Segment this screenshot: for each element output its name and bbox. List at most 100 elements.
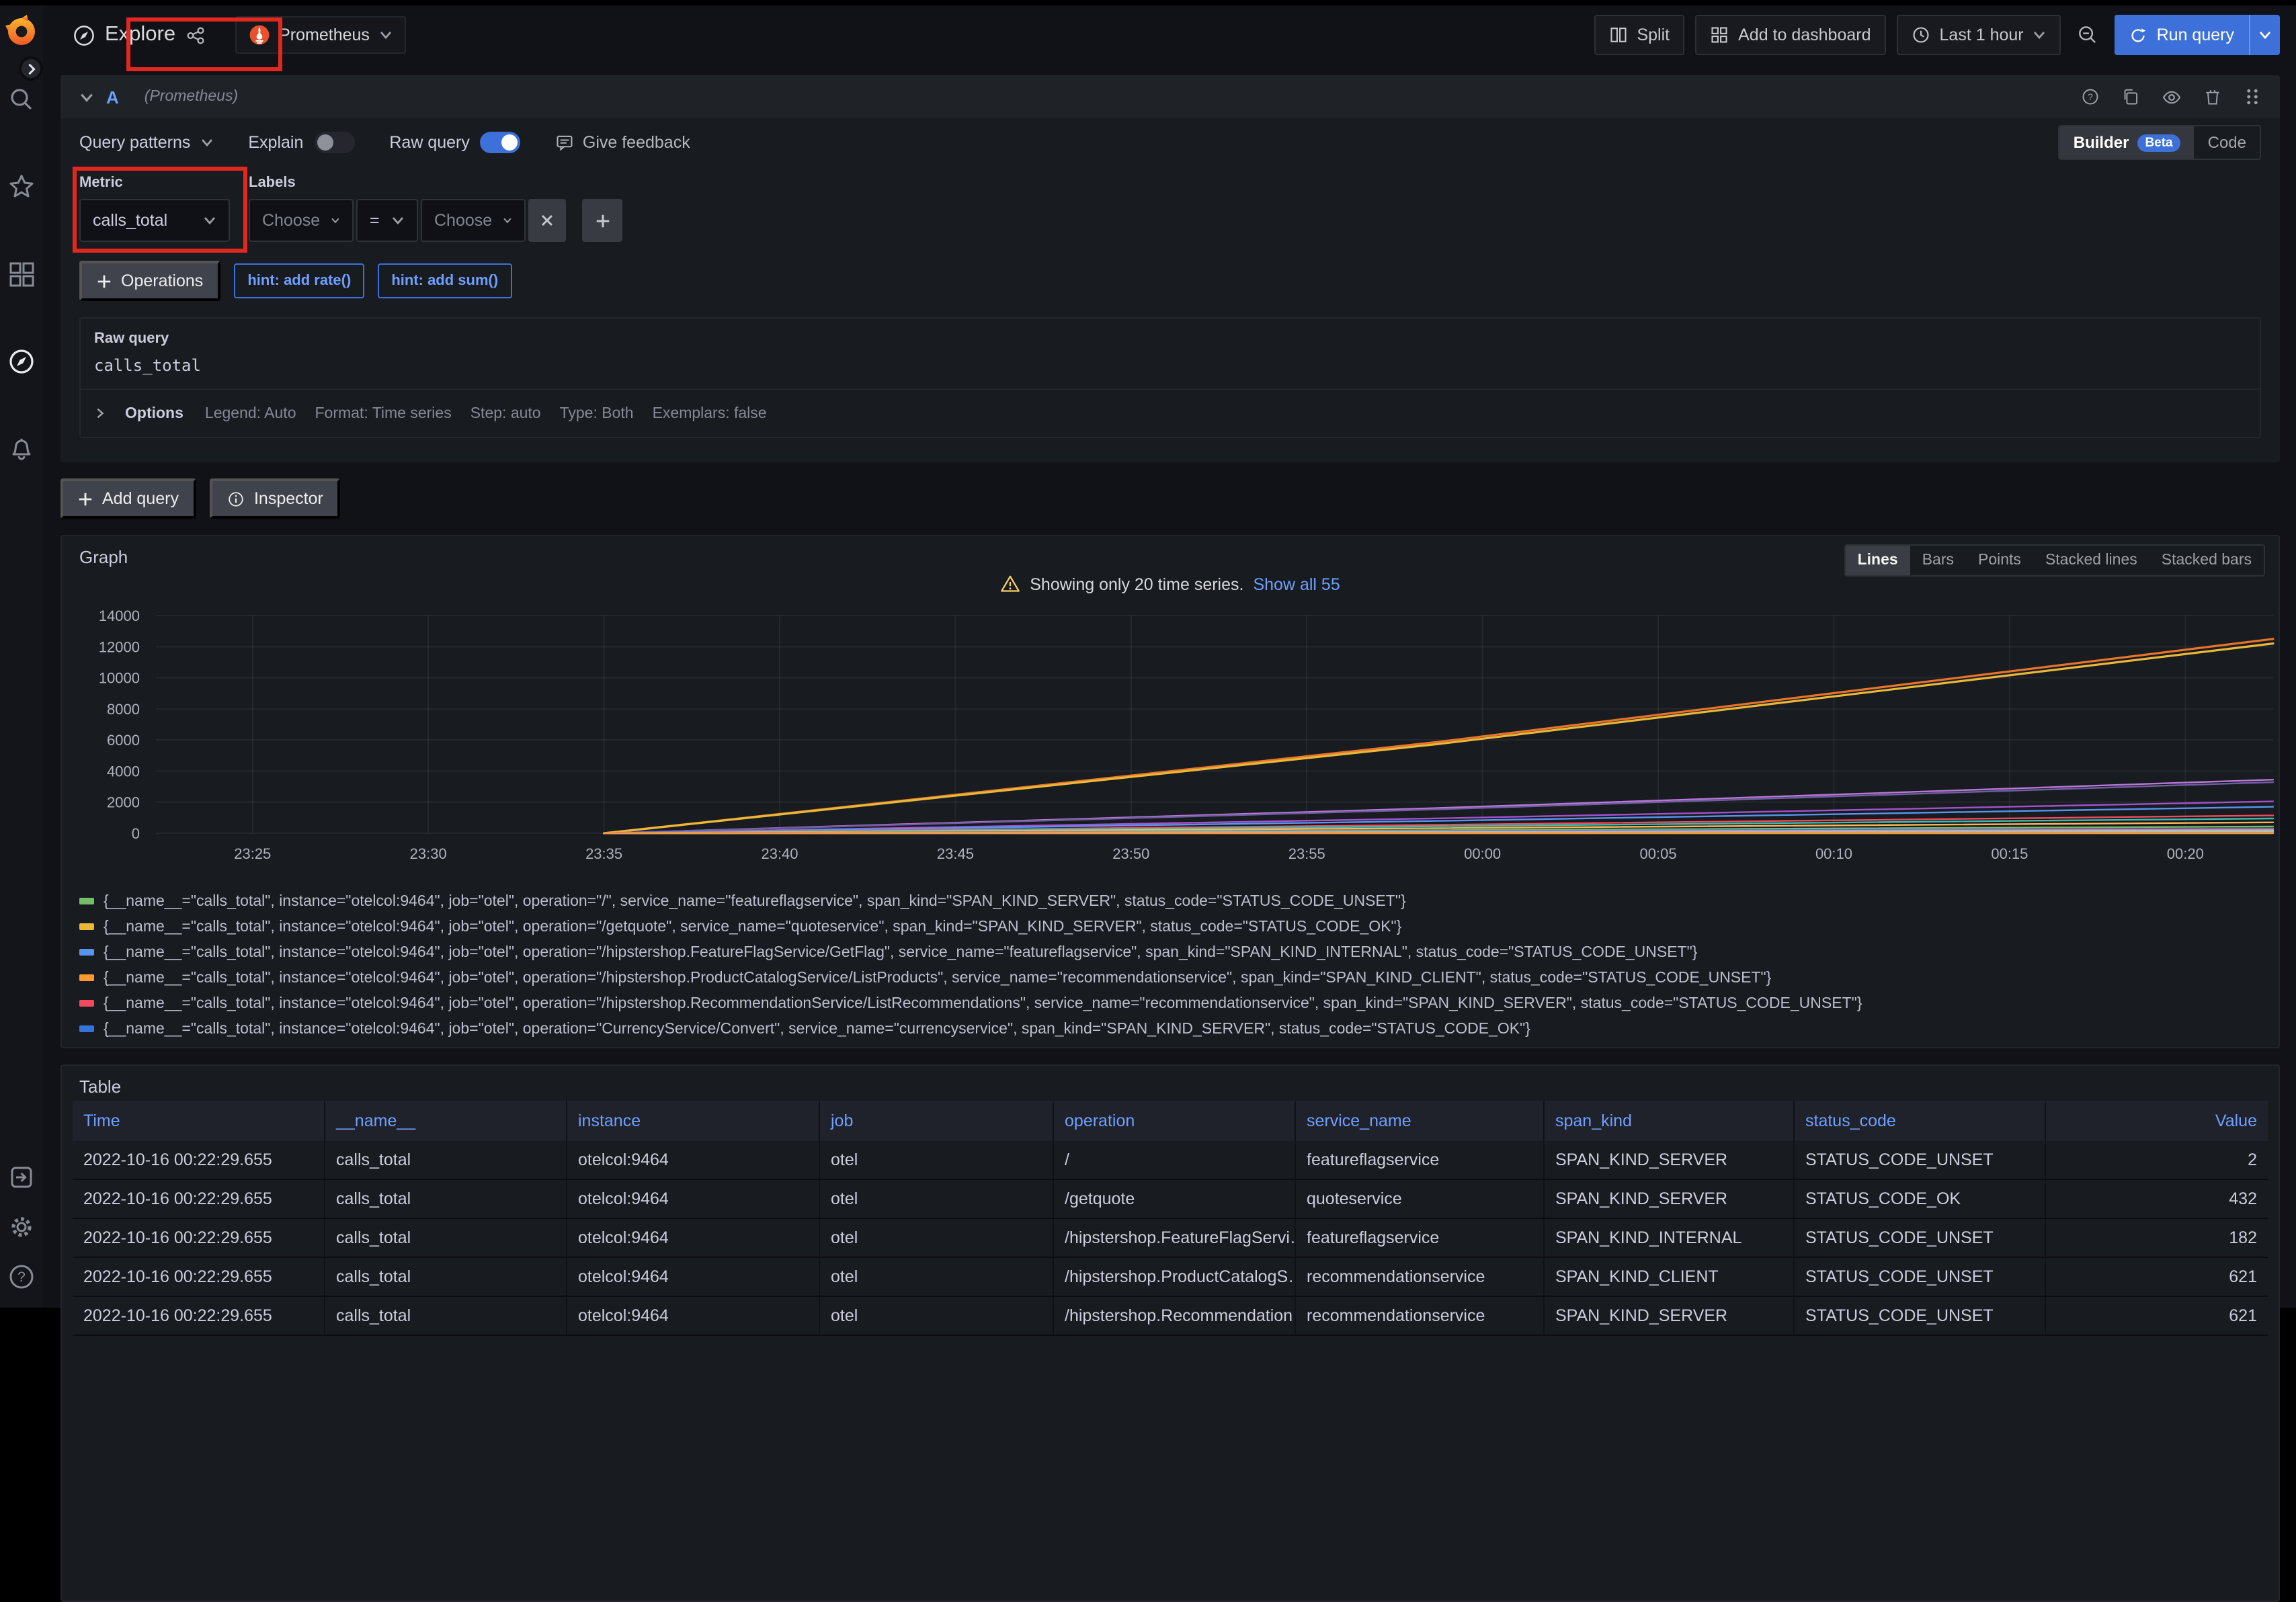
table-row[interactable]: 2022-10-16 00:22:29.655calls_totalotelco… xyxy=(73,1219,2268,1258)
share-icon[interactable] xyxy=(185,25,205,45)
top-black-strip xyxy=(0,0,2296,5)
column-header-instance[interactable]: instance xyxy=(567,1101,820,1141)
legend-item[interactable]: {__name__="calls_total", instance="otelc… xyxy=(79,1042,2270,1048)
cell-operation: /hipstershop.ProductCatalogS… xyxy=(1054,1258,1296,1296)
column-header---name--[interactable]: __name__ xyxy=(325,1101,567,1141)
column-header-value[interactable]: Value xyxy=(2046,1101,2268,1141)
table-row[interactable]: 2022-10-16 00:22:29.655calls_totalotelco… xyxy=(73,1297,2268,1336)
run-query-dropdown[interactable] xyxy=(2249,15,2280,55)
grafana-logo[interactable] xyxy=(4,13,39,48)
metric-value: calls_total xyxy=(93,211,167,230)
cell-service-name: recommendationservice xyxy=(1296,1297,1545,1335)
table-row[interactable]: 2022-10-16 00:22:29.655calls_totalotelco… xyxy=(73,1258,2268,1297)
graph-mode-stacked-bars[interactable]: Stacked bars xyxy=(2149,546,2264,575)
hint-add-rate-button[interactable]: hint: add rate() xyxy=(234,263,364,298)
raw-query-toggle[interactable] xyxy=(481,132,521,153)
drag-handle-icon[interactable] xyxy=(2244,87,2261,106)
graph-mode-stacked-lines[interactable]: Stacked lines xyxy=(2033,546,2149,575)
sign-in-icon[interactable] xyxy=(8,1164,35,1191)
help-icon[interactable]: ? xyxy=(8,1263,35,1290)
label-value-select[interactable]: Choose xyxy=(421,199,526,242)
split-button[interactable]: Split xyxy=(1594,15,1684,55)
cell---name--: calls_total xyxy=(325,1219,567,1257)
cell-operation: /hipstershop.Recommendation… xyxy=(1054,1297,1296,1335)
operations-button[interactable]: Operations xyxy=(79,261,220,301)
duplicate-query-icon[interactable] xyxy=(2121,87,2140,106)
graph-mode-points[interactable]: Points xyxy=(1966,546,2033,575)
svg-text:23:40: 23:40 xyxy=(761,845,798,862)
show-all-series-link[interactable]: Show all 55 xyxy=(1253,575,1340,593)
inspector-button[interactable]: Inspector xyxy=(210,478,341,519)
plus-icon xyxy=(78,491,93,506)
column-header-status-code[interactable]: status_code xyxy=(1795,1101,2046,1141)
apps-icon xyxy=(1710,26,1729,44)
cell-value: 182 xyxy=(2046,1219,2268,1257)
cell-job: otel xyxy=(820,1258,1054,1296)
table-row[interactable]: 2022-10-16 00:22:29.655calls_totalotelco… xyxy=(73,1141,2268,1180)
builder-tab[interactable]: Builder Beta xyxy=(2060,126,2195,159)
search-icon[interactable] xyxy=(8,86,35,113)
table-row[interactable]: 2022-10-16 00:22:29.655calls_totalotelco… xyxy=(73,1180,2268,1219)
hide-response-eye-icon[interactable] xyxy=(2162,87,2182,107)
graph-plot-area[interactable]: 0200040006000800010000120001400023:2523:… xyxy=(62,609,2279,878)
legend-item[interactable]: {__name__="calls_total", instance="otelc… xyxy=(79,888,2270,914)
explain-toggle[interactable] xyxy=(314,132,354,153)
zoom-out-button[interactable] xyxy=(2072,15,2104,55)
legend-item[interactable]: {__name__="calls_total", instance="otelc… xyxy=(79,965,2270,990)
svg-text:23:45: 23:45 xyxy=(937,845,974,862)
give-feedback-link[interactable]: Give feedback xyxy=(556,133,690,152)
column-header-job[interactable]: job xyxy=(820,1101,1054,1141)
code-tab[interactable]: Code xyxy=(2195,126,2260,159)
query-options-row[interactable]: Options Legend: Auto Format: Time series… xyxy=(81,388,2260,437)
metric-select[interactable]: calls_total xyxy=(79,199,230,242)
cell-value: 432 xyxy=(2046,1180,2268,1218)
table-panel-title: Table xyxy=(79,1077,121,1097)
run-query-button[interactable]: Run query xyxy=(2115,15,2280,55)
options-label: Options xyxy=(125,405,183,421)
sidebar-expand-button[interactable] xyxy=(19,56,43,81)
starred-icon[interactable] xyxy=(8,173,35,200)
add-to-dashboard-button[interactable]: Add to dashboard xyxy=(1695,15,1885,55)
column-header-operation[interactable]: operation xyxy=(1054,1101,1296,1141)
legend-item[interactable]: {__name__="calls_total", instance="otelc… xyxy=(79,990,2270,1016)
query-row-header[interactable]: A (Prometheus) ? xyxy=(60,75,2280,118)
remove-query-trash-icon[interactable] xyxy=(2203,87,2222,106)
add-query-button[interactable]: Add query xyxy=(60,478,196,519)
explore-compass-icon[interactable] xyxy=(8,348,35,375)
labels-group: Labels Choose = Choose xyxy=(249,175,622,242)
collapse-chevron-icon[interactable] xyxy=(79,89,94,104)
close-icon xyxy=(540,214,554,227)
svg-text:23:30: 23:30 xyxy=(410,845,447,862)
table-header-row: Time__name__instancejoboperationservice_… xyxy=(73,1101,2268,1141)
column-header-span-kind[interactable]: span_kind xyxy=(1545,1101,1795,1141)
cell-value: 621 xyxy=(2046,1297,2268,1335)
legend-item[interactable]: {__name__="calls_total", instance="otelc… xyxy=(79,939,2270,965)
column-header-service-name[interactable]: service_name xyxy=(1296,1101,1545,1141)
legend-item[interactable]: {__name__="calls_total", instance="otelc… xyxy=(79,914,2270,939)
labels-label: Labels xyxy=(249,175,622,191)
legend-item[interactable]: {__name__="calls_total", instance="otelc… xyxy=(79,1016,2270,1042)
add-label-filter-button[interactable] xyxy=(582,199,622,242)
label-key-select[interactable]: Choose xyxy=(249,199,354,242)
remove-label-filter-button[interactable] xyxy=(528,199,566,242)
label-operator-select[interactable]: = xyxy=(356,199,418,242)
help-circle-icon[interactable]: ? xyxy=(2081,87,2100,106)
graph-mode-bars[interactable]: Bars xyxy=(1910,546,1966,575)
query-row-actions: ? xyxy=(2081,87,2261,107)
cell-span-kind: SPAN_KIND_CLIENT xyxy=(1545,1258,1795,1296)
run-query-label: Run query xyxy=(2157,26,2234,44)
settings-gear-icon[interactable] xyxy=(8,1214,35,1240)
hint-add-sum-button[interactable]: hint: add sum() xyxy=(378,263,511,298)
graph-mode-lines[interactable]: Lines xyxy=(1846,546,1910,575)
label-value-placeholder: Choose xyxy=(434,211,492,230)
legend-label: {__name__="calls_total", instance="otelc… xyxy=(104,1046,1647,1048)
datasource-picker[interactable]: Prometheus xyxy=(235,16,406,54)
add-query-label: Add query xyxy=(102,489,179,508)
column-header-time[interactable]: Time xyxy=(73,1101,325,1141)
alerting-bell-icon[interactable] xyxy=(8,435,35,462)
time-range-picker[interactable]: Last 1 hour xyxy=(1897,15,2061,55)
query-patterns-dropdown[interactable]: Query patterns xyxy=(79,133,213,152)
dashboards-icon[interactable] xyxy=(8,261,35,288)
cell-status-code: STATUS_CODE_OK xyxy=(1795,1180,2046,1218)
cell-time: 2022-10-16 00:22:29.655 xyxy=(73,1180,325,1218)
